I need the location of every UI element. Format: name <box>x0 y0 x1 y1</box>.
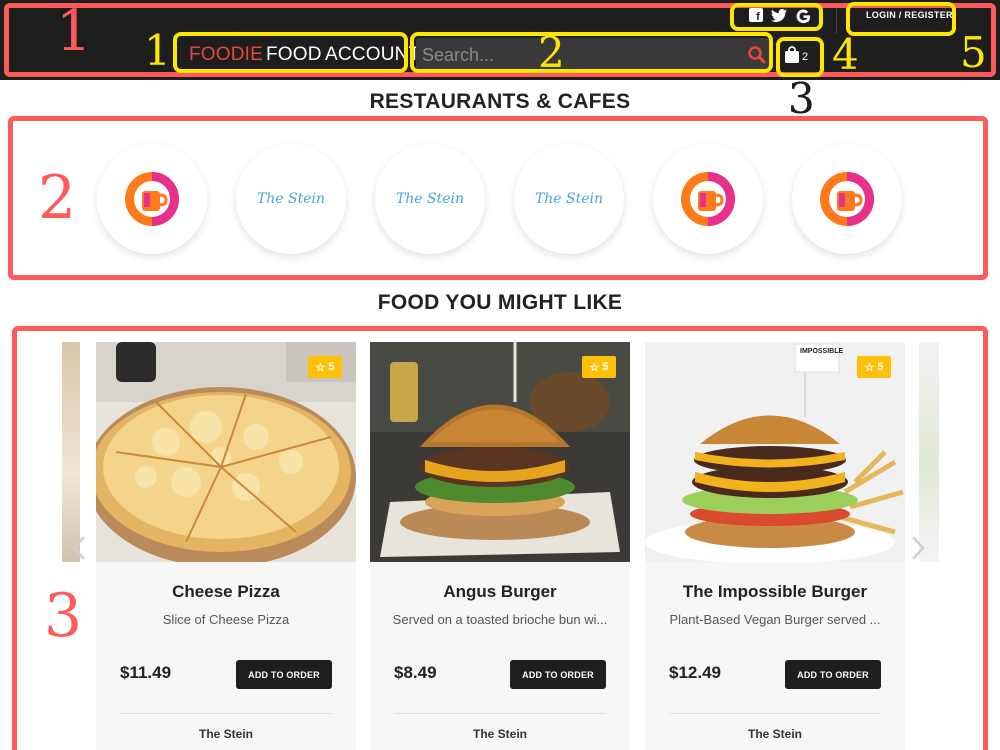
nav-food[interactable]: FOOD <box>266 44 322 66</box>
food-price: $11.49 <box>120 663 172 682</box>
rating-value: 5 <box>328 361 335 373</box>
add-to-order-button[interactable]: ADD TO ORDER <box>236 660 332 689</box>
food-description: Served on a toasted brioche bun wi... <box>392 612 608 627</box>
nav-account[interactable]: ACCOUNT <box>325 44 420 66</box>
impossible-flag-logo: IMPOSSIBLE <box>800 348 844 355</box>
star-icon: ☆ <box>864 361 875 374</box>
carousel-partial-card-left <box>62 342 80 562</box>
restaurant-logo-stein[interactable]: The Stein <box>375 144 485 254</box>
top-navbar: f LOGIN / REGISTER FOODIE FOOD ACCOUNT 2 <box>0 0 1000 80</box>
dunkin-donuts-logo <box>680 171 736 227</box>
carousel-prev-arrow-icon[interactable] <box>72 535 86 561</box>
rating-badge: ☆ 5 <box>857 356 891 378</box>
rating-badge: ☆ 5 <box>308 356 342 378</box>
cart-button[interactable]: 2 <box>782 44 820 70</box>
food-name: Angus Burger <box>443 582 557 601</box>
food-restaurant-name[interactable]: The Stein <box>96 727 356 741</box>
dunkin-donuts-logo <box>124 171 180 227</box>
the-stein-logo: The Stein <box>256 191 326 207</box>
cart-count-badge: 2 <box>802 51 809 63</box>
food-card: ☆ 5 Cheese Pizza Slice of Cheese Pizza $… <box>96 342 356 750</box>
star-icon: ☆ <box>589 361 600 374</box>
food-restaurant-name[interactable]: The Stein <box>645 727 905 741</box>
the-stein-logo: The Stein <box>395 191 465 207</box>
restaurant-logo-dunkin[interactable] <box>792 144 902 254</box>
the-stein-logo: The Stein <box>534 191 604 207</box>
search-bar <box>416 38 771 72</box>
rating-value: 5 <box>602 361 609 373</box>
restaurant-logo-stein[interactable]: The Stein <box>236 144 346 254</box>
card-divider <box>669 713 881 714</box>
food-card: IMPOSSIBLE ☆ 5 The Impossible Burger Pla… <box>645 342 905 750</box>
restaurant-logo-dunkin[interactable] <box>653 144 763 254</box>
dunkin-donuts-logo <box>819 171 875 227</box>
header-divider <box>836 6 837 34</box>
food-card: ☆ 5 Angus Burger Served on a toasted bri… <box>370 342 630 750</box>
food-image-angus-burger[interactable]: ☆ 5 <box>370 342 630 562</box>
restaurant-logo-stein[interactable]: The Stein <box>514 144 624 254</box>
shopping-bag-icon <box>784 46 800 64</box>
food-image-pizza[interactable]: ☆ 5 <box>96 342 356 562</box>
food-section-title: FOOD YOU MIGHT LIKE <box>377 291 623 314</box>
food-image-impossible-burger[interactable]: IMPOSSIBLE ☆ 5 <box>645 342 905 562</box>
annotation-label-red-3: 3 <box>44 581 83 651</box>
card-divider <box>120 713 332 714</box>
carousel-partial-card-right <box>919 342 939 562</box>
carousel-next-arrow-icon[interactable] <box>911 535 925 561</box>
food-name: Cheese Pizza <box>172 582 280 601</box>
nav-foodie[interactable]: FOODIE <box>189 44 263 66</box>
facebook-icon[interactable]: f <box>749 8 763 23</box>
food-name: The Impossible Burger <box>682 582 868 601</box>
search-input[interactable] <box>422 42 732 68</box>
rating-badge: ☆ 5 <box>582 356 616 378</box>
login-register-link[interactable]: LOGIN / REGISTER <box>866 10 953 20</box>
add-to-order-button[interactable]: ADD TO ORDER <box>785 660 881 689</box>
star-icon: ☆ <box>315 361 326 374</box>
food-price: $12.49 <box>669 663 721 682</box>
annotation-label-red-2: 2 <box>38 163 77 233</box>
food-restaurant-name[interactable]: The Stein <box>370 727 630 741</box>
food-description: Plant-Based Vegan Burger served ... <box>669 612 881 627</box>
food-description: Slice of Cheese Pizza <box>162 612 290 627</box>
rating-value: 5 <box>877 361 884 373</box>
twitter-icon[interactable] <box>771 8 787 22</box>
restaurants-section-title: RESTAURANTS & CAFES <box>369 90 631 113</box>
food-price: $8.49 <box>394 663 437 682</box>
search-icon[interactable] <box>747 45 767 65</box>
restaurant-logo-dunkin[interactable] <box>97 144 207 254</box>
google-icon[interactable] <box>795 8 811 24</box>
add-to-order-button[interactable]: ADD TO ORDER <box>510 660 606 689</box>
card-divider <box>394 713 606 714</box>
